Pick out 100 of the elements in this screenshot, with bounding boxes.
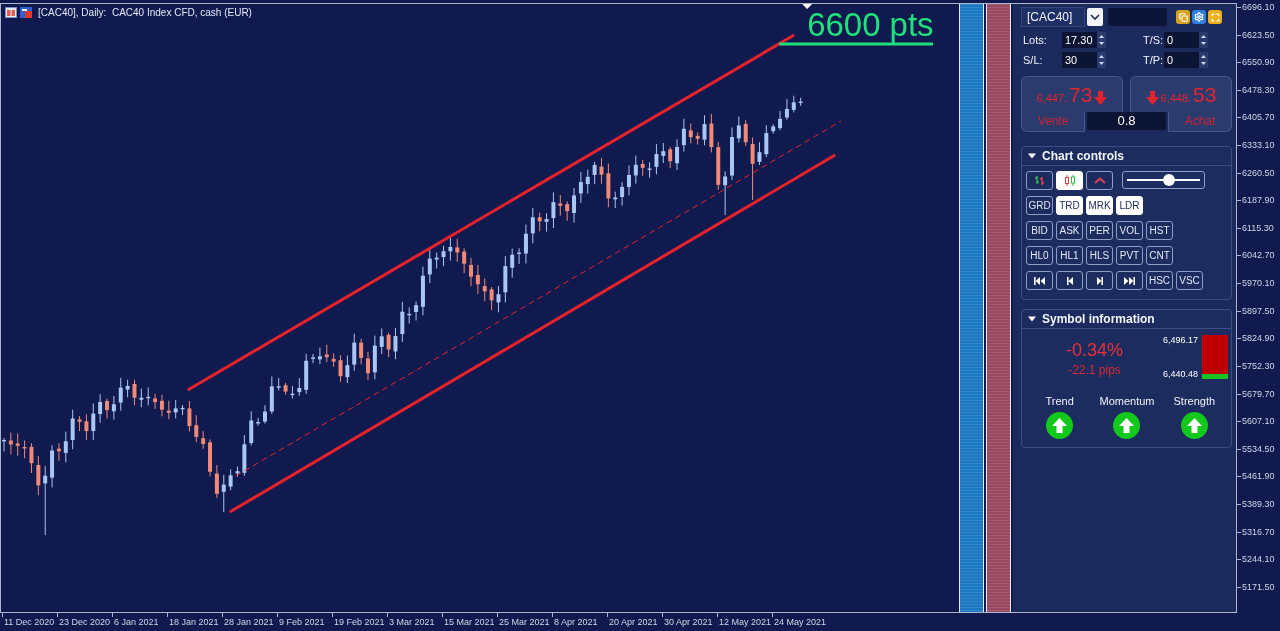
falling-candle	[482, 278, 487, 302]
rising-candle	[256, 417, 261, 427]
price-axis-label: 5534.50	[1237, 443, 1280, 455]
chart-title: [CAC40], Daily: CAC40 Index CFD, cash (EUR)	[38, 6, 252, 19]
rising-candle	[613, 191, 618, 209]
toggle-button[interactable]: VSC	[1176, 271, 1203, 290]
falling-candle	[166, 400, 171, 420]
shift-marker-icon[interactable]	[802, 4, 813, 9]
number-input-field[interactable]: 0	[1164, 32, 1199, 48]
rising-candle	[304, 353, 309, 395]
rising-candle	[798, 97, 803, 107]
falling-candle	[599, 157, 604, 185]
field-label: T/S:	[1143, 34, 1164, 46]
section-toggle[interactable]: Symbol information	[1022, 310, 1231, 329]
change-pips: -22.1 pips	[1068, 362, 1121, 377]
expanded-triangle-icon[interactable]	[1028, 316, 1036, 322]
rising-candle	[276, 377, 281, 391]
falling-candle	[56, 442, 61, 462]
expanded-triangle-icon[interactable]	[1028, 153, 1036, 159]
dropdown-button[interactable]	[1087, 8, 1103, 26]
expand-icon[interactable]	[1208, 10, 1222, 24]
number-input-field[interactable]: 17.30	[1062, 32, 1097, 48]
rising-candle	[372, 335, 377, 380]
up-down-arrows-icon	[1201, 34, 1206, 46]
falling-candle	[462, 247, 467, 274]
toggle-button[interactable]: LDR	[1116, 196, 1143, 215]
toggle-button[interactable]: TRD	[1056, 196, 1083, 215]
settings-icon[interactable]	[1192, 10, 1206, 24]
falling-candle	[201, 430, 206, 450]
stepper-button[interactable]	[1199, 52, 1208, 68]
rising-candle	[43, 465, 48, 536]
icon-button[interactable]	[1116, 271, 1143, 290]
date-axis-label: 19 Feb 2021	[332, 613, 387, 631]
toggle-button[interactable]: PVT	[1116, 246, 1143, 265]
date-axis-label: 3 Mar 2021	[387, 613, 442, 631]
toggle-button[interactable]: VOL	[1116, 221, 1143, 240]
falling-candle	[709, 113, 714, 153]
icon-button[interactable]	[1086, 271, 1113, 290]
date-axis-label: 25 Mar 2021	[497, 613, 552, 631]
rising-candle	[510, 248, 515, 279]
falling-candle	[640, 159, 645, 177]
price-axis-label: 5607.10	[1237, 416, 1280, 428]
price-axis-label: 6405.70	[1237, 112, 1280, 124]
number-input-field[interactable]: 30	[1062, 52, 1097, 68]
step-forward-icon	[1096, 276, 1103, 285]
rising-candle	[146, 386, 151, 406]
date-axis-label: 23 Dec 2020	[57, 613, 112, 631]
rising-candle	[111, 395, 116, 421]
toggle-button[interactable]: HSC	[1146, 271, 1173, 290]
toggle-button[interactable]: HL1	[1056, 246, 1083, 265]
rising-candle	[393, 327, 398, 360]
rising-candle	[702, 114, 707, 146]
rising-candle	[139, 388, 144, 408]
falling-candle	[105, 398, 109, 419]
toggle-button[interactable]: PER	[1086, 221, 1113, 240]
falling-candle	[565, 200, 570, 222]
symbol-select[interactable]: [CAC40]	[1021, 7, 1085, 27]
falling-candle	[359, 338, 364, 365]
section-toggle[interactable]: Chart controls	[1022, 147, 1231, 166]
slider-thumb[interactable]	[1163, 174, 1176, 186]
rising-candle	[180, 404, 185, 416]
input-field[interactable]	[1108, 8, 1167, 26]
rising-candle	[654, 143, 659, 175]
rising-candle	[448, 236, 453, 262]
rising-candle	[434, 252, 439, 269]
price-axis-label: 6260.50	[1237, 167, 1280, 179]
rising-candle	[592, 161, 597, 185]
window-icon	[5, 7, 17, 18]
rising-candle	[242, 434, 247, 477]
toggle-button[interactable]: GRD	[1026, 196, 1053, 215]
indicator-label: Trend	[1045, 395, 1074, 408]
toggle-button[interactable]: BID	[1026, 221, 1053, 240]
copy-icon[interactable]	[1176, 10, 1190, 24]
date-axis-label: 15 Mar 2021	[442, 613, 497, 631]
field-label: Lots:	[1023, 34, 1048, 46]
toggle-button[interactable]: ASK	[1056, 221, 1083, 240]
range-high-price: 6,496.17	[1163, 335, 1199, 346]
toggle-button[interactable]: HL0	[1026, 246, 1053, 265]
icon-button[interactable]	[1056, 271, 1083, 290]
icon-button[interactable]	[1026, 271, 1053, 290]
rising-candle	[352, 333, 357, 372]
rising-candle	[585, 169, 590, 194]
skip-to-end-icon	[1124, 276, 1135, 285]
toggle-button[interactable]: CNT	[1146, 246, 1173, 265]
rising-candle	[228, 469, 233, 491]
stepper-button[interactable]	[1199, 32, 1208, 48]
ohlc-bars-icon	[1034, 175, 1045, 186]
toggle-button[interactable]: HLS	[1086, 246, 1113, 265]
falling-candle	[668, 146, 673, 169]
toggle-button[interactable]: MRK	[1086, 196, 1113, 215]
falling-candle	[558, 194, 563, 217]
number-input-field[interactable]: 0	[1164, 52, 1199, 68]
up-down-arrows-icon	[1099, 34, 1104, 46]
price-axis-label: 6696.10	[1237, 2, 1280, 13]
stepper-button[interactable]	[1097, 32, 1106, 48]
falling-candle	[455, 238, 460, 263]
stepper-button[interactable]	[1097, 52, 1106, 68]
toggle-button[interactable]: HST	[1146, 221, 1173, 240]
rising-candle	[661, 142, 666, 164]
rising-candle	[572, 187, 576, 224]
